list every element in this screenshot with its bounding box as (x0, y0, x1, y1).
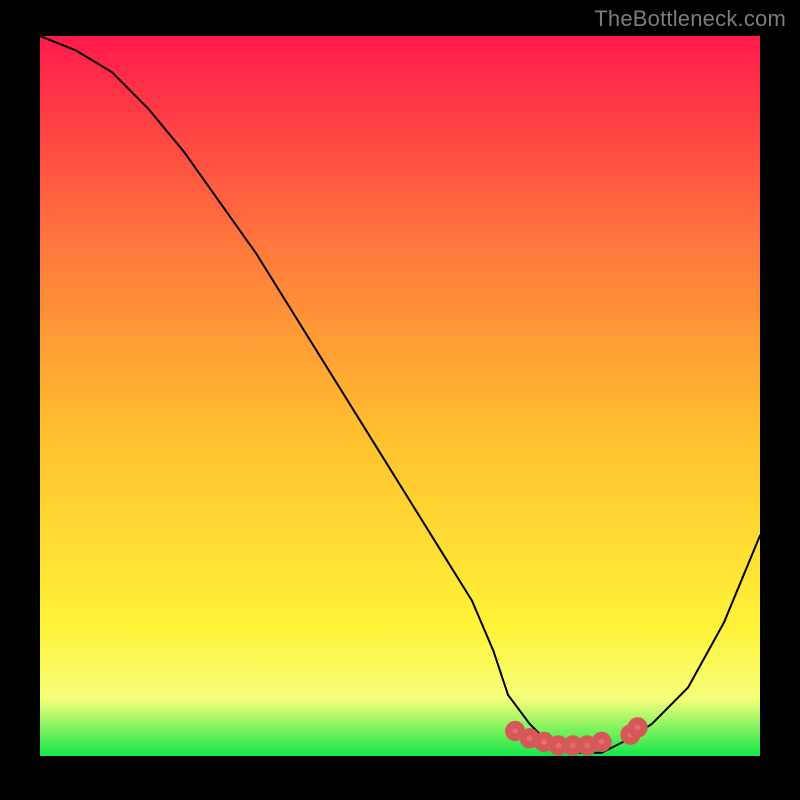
curve-layer (40, 36, 760, 760)
optimal-dot (509, 725, 522, 738)
watermark-text: TheBottleneck.com (594, 6, 786, 32)
optimal-dot (631, 721, 644, 734)
optimal-range-dots (509, 721, 644, 752)
optimal-dot (595, 735, 608, 748)
chart-frame: TheBottleneck.com (0, 0, 800, 800)
bottleneck-curve (40, 36, 760, 753)
plot-area (40, 36, 760, 760)
